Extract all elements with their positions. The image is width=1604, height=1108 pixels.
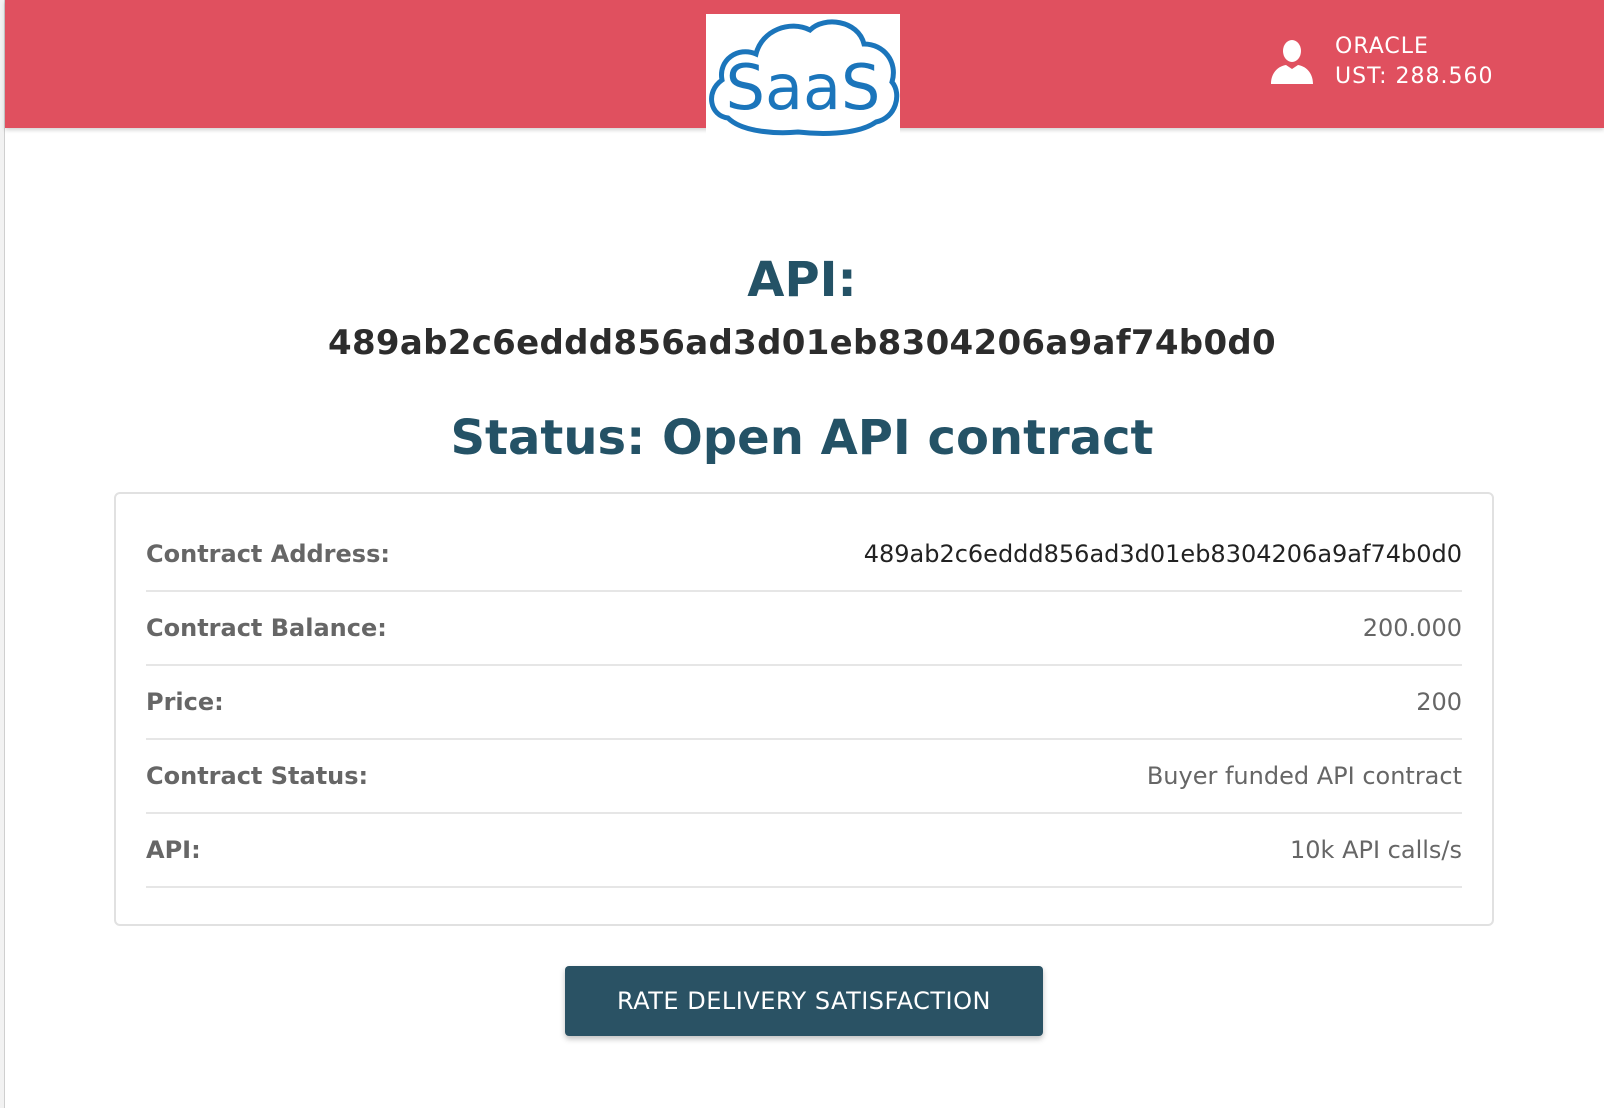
rate-delivery-button[interactable]: RATE DELIVERY SATISFACTION xyxy=(565,966,1043,1036)
user-name: ORACLE xyxy=(1335,34,1429,59)
detail-row-contract-status: Contract Status: Buyer funded API contra… xyxy=(146,740,1462,814)
detail-row-contract-balance: Contract Balance: 200.000 xyxy=(146,592,1462,666)
window-edge xyxy=(0,0,5,1108)
logo-text: SaaS xyxy=(726,51,881,124)
status-heading: Status: Open API contract xyxy=(450,410,1154,466)
app-window: ORACLE UST: 288.560 SaaS API: 489ab2c6ed… xyxy=(0,0,1604,1108)
user-info: ORACLE UST: 288.560 xyxy=(1335,33,1493,91)
detail-value: 489ab2c6eddd856ad3d01eb8304206a9af74b0d0 xyxy=(863,540,1462,568)
api-heading: API: xyxy=(747,252,857,308)
detail-label: Contract Balance: xyxy=(146,614,387,642)
detail-row-price: Price: 200 xyxy=(146,666,1462,740)
contract-details-card: Contract Address: 489ab2c6eddd856ad3d01e… xyxy=(114,492,1494,926)
saas-logo[interactable]: SaaS xyxy=(706,14,900,138)
user-icon xyxy=(1271,40,1313,84)
detail-label: API: xyxy=(146,836,201,864)
detail-label: Contract Status: xyxy=(146,762,369,790)
detail-value: 10k API calls/s xyxy=(1290,836,1462,864)
detail-label: Contract Address: xyxy=(146,540,390,568)
api-id: 489ab2c6eddd856ad3d01eb8304206a9af74b0d0 xyxy=(328,323,1276,363)
detail-value: Buyer funded API contract xyxy=(1146,762,1462,790)
user-account[interactable]: ORACLE UST: 288.560 xyxy=(1269,32,1493,92)
detail-label: Price: xyxy=(146,688,224,716)
detail-value: 200.000 xyxy=(1362,614,1462,642)
cloud-logo-icon: SaaS xyxy=(709,19,900,136)
user-balance: UST: 288.560 xyxy=(1335,64,1494,89)
detail-row-contract-address: Contract Address: 489ab2c6eddd856ad3d01e… xyxy=(146,518,1462,592)
detail-value: 200 xyxy=(1416,688,1462,716)
detail-row-api: API: 10k API calls/s xyxy=(146,814,1462,888)
